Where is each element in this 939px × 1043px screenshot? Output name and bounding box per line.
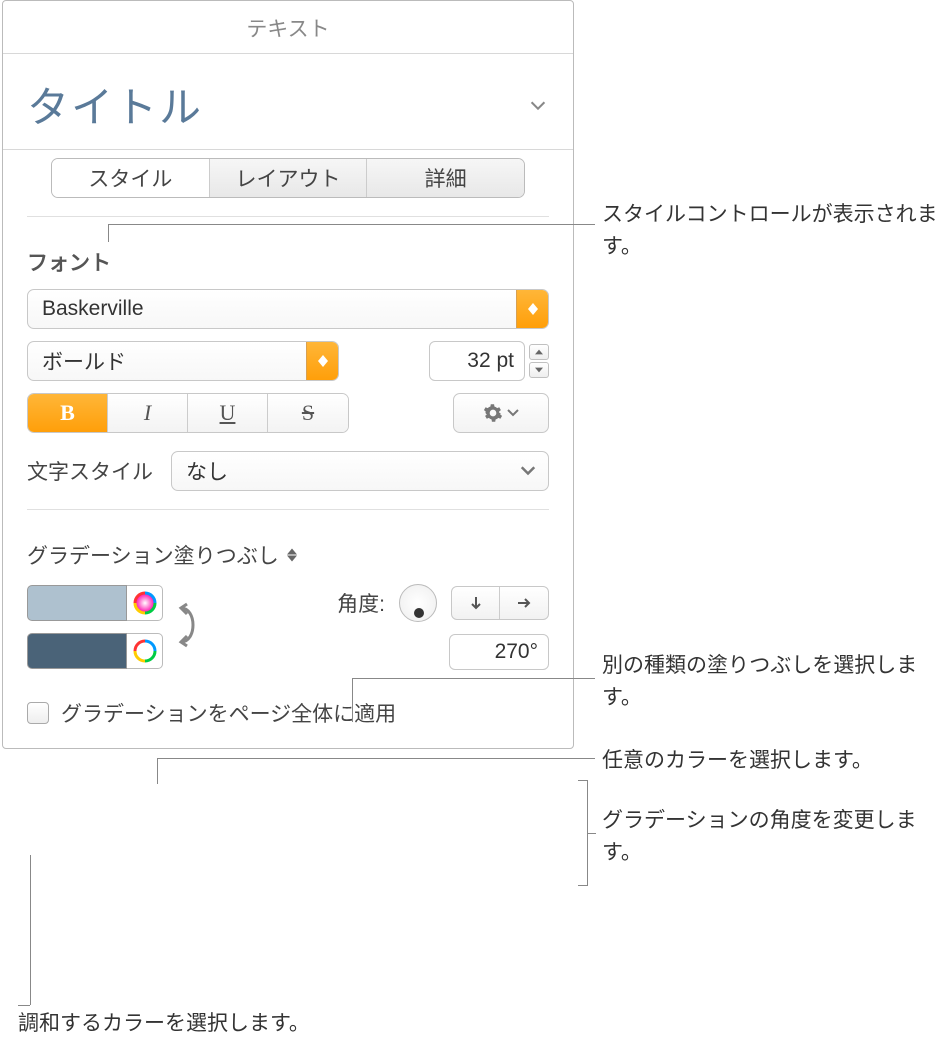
tab-style[interactable]: スタイル [52, 159, 210, 197]
paragraph-style-popup[interactable]: タイトル [3, 54, 573, 149]
callout-angle: グラデーションの角度を変更します。 [602, 805, 939, 868]
angle-direction-down[interactable] [452, 587, 500, 619]
chevron-down-icon [527, 94, 549, 116]
callout-style-controls: スタイルコントロールが表示されます。 [602, 199, 939, 262]
tab-more[interactable]: 詳細 [367, 159, 524, 197]
chevron-down-icon [507, 409, 519, 417]
leader-line [352, 678, 353, 722]
chevron-down-icon [520, 466, 536, 476]
leader-line [157, 758, 158, 784]
gradient-color-1-picker[interactable] [127, 585, 163, 621]
leader-line [108, 224, 595, 225]
advanced-options-button[interactable] [453, 393, 549, 433]
fill-type-popup[interactable]: グラデーション塗りつぶし [27, 540, 549, 570]
font-size-step-down[interactable] [529, 362, 549, 378]
dropdown-cap-icon [306, 342, 338, 380]
character-style-value: なし [186, 456, 228, 486]
character-style-select[interactable]: なし [171, 451, 549, 491]
fill-type-value: グラデーション塗りつぶし [27, 540, 279, 570]
angle-dial-indicator [414, 608, 424, 618]
leader-line [352, 678, 595, 679]
font-weight-select[interactable]: ボールド [27, 341, 339, 381]
paragraph-style-name: タイトル [27, 74, 203, 135]
leader-line [18, 1005, 30, 1006]
panel-title: テキスト [3, 1, 573, 53]
color-wheel-icon [133, 591, 157, 615]
font-size-field[interactable]: 32 pt [429, 341, 525, 381]
font-heading: フォント [27, 247, 549, 277]
font-weight-value: ボールド [42, 346, 126, 376]
callout-fill-type: 別の種類の塗りつぶしを選択します。 [602, 650, 939, 713]
font-family-select[interactable]: Baskerville [27, 289, 549, 329]
dropdown-cap-icon [516, 290, 548, 328]
color-wheel-icon [133, 639, 157, 663]
text-style-segmented: B I U S [27, 393, 349, 433]
text-inspector-panel: テキスト タイトル スタイル レイアウト 詳細 フォント Baskerville… [2, 0, 574, 749]
gear-icon [483, 403, 503, 423]
fill-section: グラデーション塗りつぶし [3, 510, 573, 748]
angle-direction-segmented [451, 586, 549, 620]
tab-layout[interactable]: レイアウト [210, 159, 368, 197]
angle-label: 角度: [337, 588, 385, 618]
leader-line [108, 224, 109, 242]
leader-line [588, 833, 596, 834]
angle-direction-right[interactable] [500, 587, 548, 619]
apply-to-page-label: グラデーションをページ全体に適用 [61, 698, 396, 728]
angle-field[interactable]: 270° [449, 634, 549, 670]
inspector-tabs: スタイル レイアウト 詳細 [51, 158, 525, 198]
angle-value: 270° [495, 640, 538, 664]
gradient-color-1-well[interactable] [27, 585, 127, 621]
apply-to-page-checkbox[interactable] [27, 702, 49, 724]
gradient-color-2-well[interactable] [27, 633, 127, 669]
font-section: フォント Baskerville ボールド 32 pt [3, 217, 573, 509]
bracket [578, 780, 588, 886]
leader-line [30, 855, 31, 1005]
character-style-label: 文字スタイル [27, 456, 153, 486]
font-size-value: 32 pt [467, 349, 514, 373]
gradient-swatches [27, 585, 163, 669]
underline-button[interactable]: U [188, 394, 268, 432]
callout-harmonize: 調和するカラーを選択します。 [18, 1008, 310, 1040]
angle-dial[interactable] [399, 584, 437, 622]
italic-button[interactable]: I [108, 394, 188, 432]
font-size-step-up[interactable] [529, 344, 549, 360]
swap-colors-button[interactable] [173, 602, 203, 653]
leader-line [157, 758, 595, 759]
swap-arrow-icon [173, 602, 203, 648]
popup-arrows-icon [287, 548, 297, 562]
font-size-stepper [529, 344, 549, 378]
gradient-color-2-picker[interactable] [127, 633, 163, 669]
bold-button[interactable]: B [28, 394, 108, 432]
strikethrough-button[interactable]: S [268, 394, 348, 432]
font-family-value: Baskerville [42, 297, 144, 321]
callout-any-color: 任意のカラーを選択します。 [602, 745, 873, 777]
